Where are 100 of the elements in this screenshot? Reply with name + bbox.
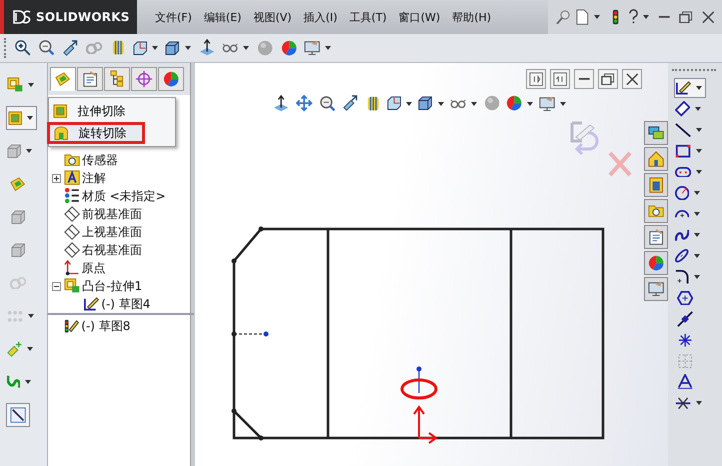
clipboard-icon (648, 228, 664, 246)
tree-item[interactable]: 上视基准面 (82, 224, 142, 240)
app-logo-text: SOLIDWORKS (36, 10, 130, 24)
tree-item[interactable]: 前视基准面 (82, 206, 142, 222)
glasses-icon (222, 43, 238, 53)
point-icon (676, 310, 694, 328)
menu-item[interactable]: 编辑(E) (198, 10, 248, 24)
monitor-icon (648, 281, 664, 297)
menu-item[interactable]: 文件(F) (149, 10, 198, 24)
tree-item[interactable]: 原点 (81, 260, 106, 276)
tree-item[interactable]: 注解 (82, 170, 106, 186)
cut-block-icon (53, 104, 68, 118)
pencil-light-icon (64, 318, 80, 334)
pie-ball-tab[interactable] (644, 251, 668, 275)
tree-item[interactable]: 传感器 (82, 152, 118, 168)
tree-item[interactable]: (-) 草图4 (101, 296, 150, 312)
close-button[interactable] (622, 69, 642, 89)
restore-button[interactable] (598, 69, 618, 89)
document-tab[interactable] (644, 173, 668, 197)
section-cube-icon (133, 40, 148, 56)
move-cross-icon (296, 95, 313, 112)
folder-icon (64, 154, 80, 166)
caret-icon (470, 102, 477, 106)
menu-item[interactable]: 窗口(W) (392, 10, 446, 24)
caret-icon (27, 116, 34, 120)
menu-item[interactable]: 拉伸切除 (49, 100, 175, 122)
extrude-block-icon (64, 278, 80, 294)
toolbar-grip[interactable] (672, 69, 716, 74)
panel-tab[interactable] (104, 67, 130, 91)
toolbar-grip[interactable] (4, 38, 9, 58)
tree-item[interactable]: (-) 草图8 (81, 318, 130, 334)
caret-icon (438, 102, 444, 106)
magnifier-box-button[interactable] (317, 93, 338, 114)
panel-tab[interactable] (131, 67, 157, 91)
asterisk-icon (678, 332, 692, 348)
clipboard-tab[interactable] (644, 225, 668, 249)
caret-icon (527, 102, 534, 106)
cube-icon (165, 40, 180, 56)
pie-ball-icon (281, 40, 298, 56)
tile-left-button[interactable] (526, 69, 546, 89)
caret-icon (696, 401, 702, 405)
traffic-light-icon (612, 8, 620, 26)
polygon-button[interactable] (674, 288, 696, 308)
gears-icon (10, 276, 26, 290)
cube-icon (10, 210, 26, 224)
collapse-icon[interactable] (52, 282, 62, 290)
minimize-button[interactable] (574, 69, 594, 89)
magnifier-plus-icon (14, 40, 30, 56)
move-cross-button[interactable] (294, 93, 315, 114)
feature-shape-icon (55, 72, 71, 86)
magnifier-plus-button[interactable] (12, 38, 33, 58)
caret-icon (696, 149, 702, 153)
menu-item[interactable]: 视图(V) (247, 10, 298, 24)
menu-item[interactable]: 帮助(H) (446, 10, 498, 24)
pencil-icon (676, 81, 692, 95)
caret-icon (26, 149, 32, 153)
caret-icon (184, 46, 191, 50)
tile-right-icon (552, 72, 568, 86)
panel-tab[interactable] (77, 67, 103, 91)
curve-icon (7, 375, 20, 389)
caret-icon (560, 102, 566, 106)
origin-icon (64, 260, 80, 276)
panel-tab[interactable] (158, 67, 184, 91)
striped-cylinder-icon (367, 96, 380, 112)
spline-icon (675, 228, 690, 242)
menu-item[interactable]: 旋转切除 (47, 122, 145, 144)
striped-cylinder-icon (112, 40, 125, 56)
chat-bubbles-tab[interactable] (644, 121, 668, 145)
letter-folder-icon (64, 170, 80, 186)
caret-icon (694, 254, 700, 258)
circle-icon (675, 186, 690, 200)
sketch-square-button[interactable] (6, 403, 30, 427)
menu-item[interactable]: 工具(T) (343, 10, 393, 24)
ball-icon (484, 95, 501, 112)
fillet-icon (675, 270, 688, 284)
document-icon (648, 176, 664, 194)
caret-icon (242, 46, 249, 50)
expand-icon[interactable] (52, 174, 62, 182)
menu-item[interactable]: 插入(I) (298, 10, 344, 24)
tree-item[interactable]: 材质 <未指定> (82, 188, 166, 204)
house-tab[interactable] (644, 147, 668, 171)
caret-icon (28, 83, 34, 87)
pencil-button[interactable] (674, 78, 706, 98)
pencil-icon (84, 297, 100, 311)
caret-icon (594, 15, 600, 19)
cut-block-icon (8, 110, 22, 126)
caret-icon (695, 107, 702, 111)
tree-item[interactable]: 凸台-拉伸1 (82, 278, 142, 294)
cut-block-button[interactable] (6, 106, 38, 130)
question-mark-icon (629, 9, 638, 25)
glasses-icon (450, 98, 466, 108)
monitor-tab[interactable] (644, 277, 668, 301)
monitor-icon (539, 96, 556, 112)
plane-icon (64, 242, 80, 258)
folder-tab[interactable] (644, 199, 668, 223)
ds-logo-icon (12, 9, 32, 25)
sparkle-icon (7, 340, 22, 358)
tile-right-button[interactable] (550, 69, 570, 89)
page-icon (576, 8, 589, 26)
tree-item[interactable]: 右视基准面 (82, 242, 142, 258)
